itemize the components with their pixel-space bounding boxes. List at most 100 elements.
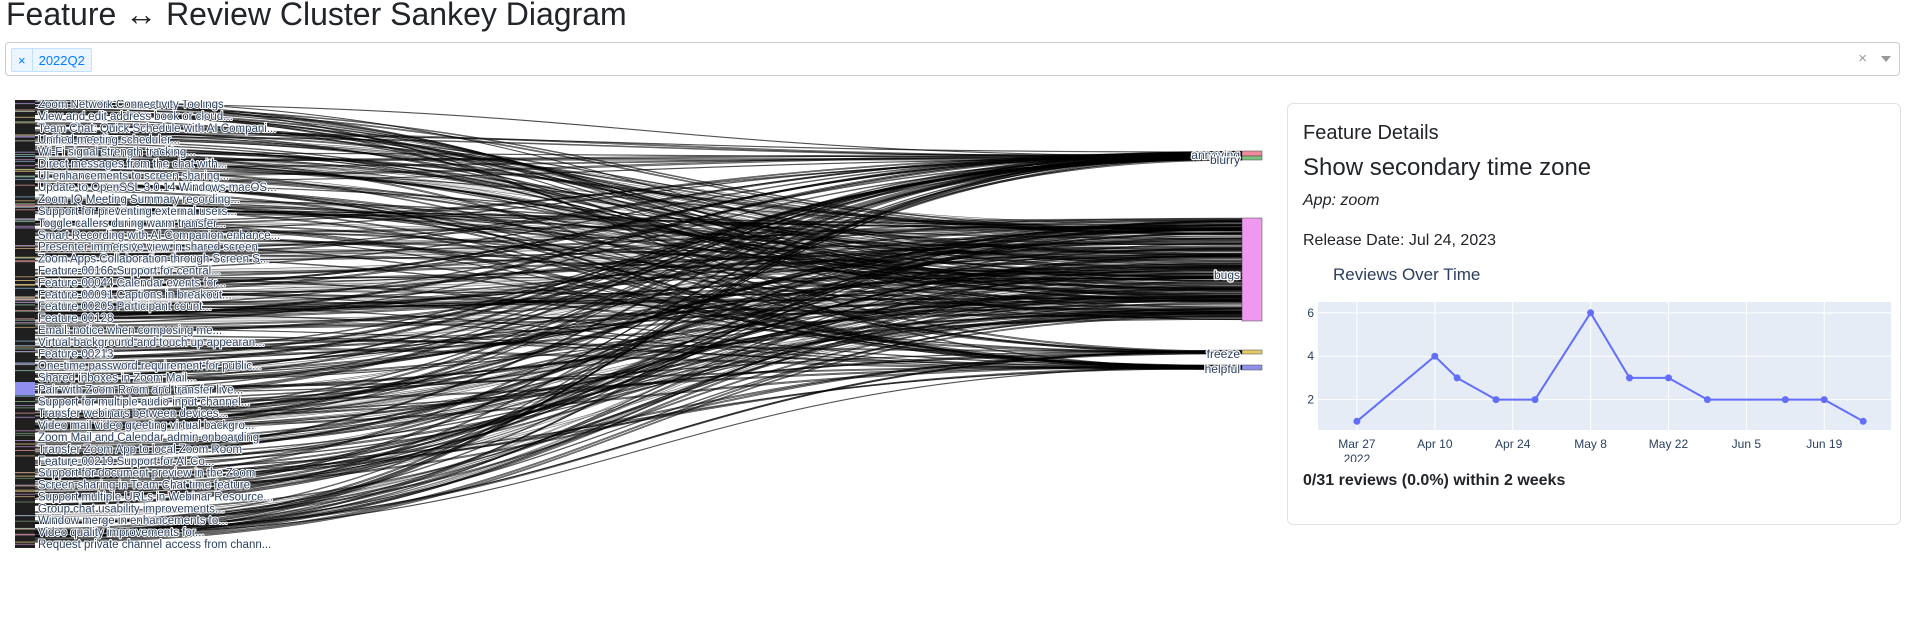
feature-label: Team Chat: Quick Schedule with AI Compan… [38,123,276,135]
y-tick-label: 6 [1307,306,1314,320]
feature-node [15,225,35,227]
feature-node [15,121,35,123]
data-point[interactable] [1453,374,1461,382]
feature-node [15,116,35,118]
x-tick-label: May 8 [1574,437,1607,451]
feature-node [15,200,35,202]
feature-node [15,346,35,348]
feature-node [15,248,35,249]
cluster-node-bugs[interactable] [1241,217,1263,322]
feature-node [15,520,35,522]
feature-node [15,159,35,161]
feature-node [15,455,35,457]
feature-label: Zoom Apps Collaboration through Screen S… [38,254,269,266]
x-tick-label: Apr 10 [1417,437,1453,451]
feature-node [15,169,35,171]
feature-node [15,370,35,372]
feature-node [15,154,35,156]
x-tick-label: May 22 [1649,437,1689,451]
feature-label: Support multiple URLs in Webinar Resourc… [38,491,273,503]
feature-node [15,351,35,353]
feature-node [15,490,35,492]
page-title: Feature ↔ Review Cluster Sankey Diagram [6,0,627,32]
feature-node [15,256,35,258]
quarter-filter-dropdown[interactable]: × 2022Q2 × [5,42,1900,76]
feature-label: Support for multiple audio input channel… [38,396,250,408]
feature-node [15,322,35,324]
data-point[interactable] [1626,374,1633,382]
feature-label: Shared inboxes in Zoom Mail... [38,373,197,385]
feature-label: Pair with Zoom Room and transfer live... [38,384,243,396]
feature-label: Zoom IQ Meeting Summary recording... [38,194,240,206]
feature-node [15,203,35,204]
feature-node [15,103,35,105]
feature-node [15,204,35,206]
data-point[interactable] [1531,396,1539,404]
feature-details-card: Feature Details Show secondary time zone… [1287,103,1901,525]
feature-node [15,261,35,263]
feature-node [15,218,35,220]
feature-label: Video mail video greeting virtual backgr… [38,420,255,432]
feature-node [15,284,35,286]
x-tick-label: Jun 19 [1806,437,1842,451]
feature-node [15,323,35,325]
feature-node [15,165,35,167]
feature-node [15,416,35,418]
feature-label: Wi-Fi signal strength tracking... [38,147,196,159]
feature-node [15,489,35,491]
cluster-label: bugs [1214,268,1240,282]
chip-remove-icon[interactable]: × [12,49,33,71]
feature-node [15,446,35,448]
dropdown-arrow-icon[interactable] [1881,56,1891,62]
data-point[interactable] [1665,374,1672,382]
cluster-node-annoying[interactable] [1241,150,1263,157]
data-point[interactable] [1781,396,1789,404]
feature-node [15,135,35,137]
feature-node [15,484,35,486]
feature-node [15,287,35,289]
feature-node [15,432,35,434]
data-point[interactable] [1353,417,1361,425]
reviews-over-time-chart[interactable]: Reviews Over Time 2 4 6 Mar 27 2022 Apr 10 Apr… [1288,262,1900,462]
data-point[interactable] [1703,396,1711,404]
feature-label: UI enhancements to screen sharing... [38,170,229,182]
feature-node [15,206,35,208]
data-point[interactable] [1492,396,1500,404]
feature-node [15,151,35,153]
card-heading: Feature Details [1303,122,1439,144]
feature-label: Presenter immersive view in shared scree… [38,242,258,254]
feature-label: Zoom Network Connectivity Toolings [38,100,224,111]
feature-node [15,299,35,301]
feature-label: Smart Recording with AI Companion enhanc… [38,230,280,242]
feature-node [15,543,35,545]
feature-label: Email: notice when composing me... [38,325,222,337]
feature-label: Toggle callers during warm transfer... [38,218,226,230]
feature-node [15,170,35,172]
review-summary: 0/31 reviews (0.0%) within 2 weeks [1303,472,1566,489]
data-point[interactable] [1820,396,1828,404]
feature-node [15,363,35,365]
feature-node [15,501,35,503]
feature-node [15,407,35,409]
feature-label: Transfer Zoom App to local Zoom Room [38,444,242,456]
feature-label: Feature-00091 Captions in breakout... [38,289,232,301]
feature-node [15,160,35,162]
data-point[interactable] [1859,417,1867,425]
feature-node [15,434,35,436]
feature-node [15,364,35,366]
feature-node [15,395,35,397]
feature-label: Support for document preview in the Zoom [38,468,255,480]
cluster-label: freeze [1207,347,1241,361]
y-tick-label: 4 [1307,349,1314,363]
clear-filter-icon[interactable]: × [1858,50,1867,67]
data-point[interactable] [1431,352,1439,360]
feature-label: Feature-00044 Calendar events for... [38,277,226,289]
data-point[interactable] [1587,309,1595,317]
feature-node [15,405,35,407]
feature-label: Feature-00213 [38,349,113,361]
cluster-node-freeze[interactable] [1241,349,1263,355]
cluster-node-blurry[interactable] [1241,155,1263,161]
sankey-diagram[interactable]: Zoom Network Connectivity ToolingsView a… [0,100,1280,570]
feature-node [15,178,35,180]
cluster-node-helpful[interactable] [1241,364,1263,371]
